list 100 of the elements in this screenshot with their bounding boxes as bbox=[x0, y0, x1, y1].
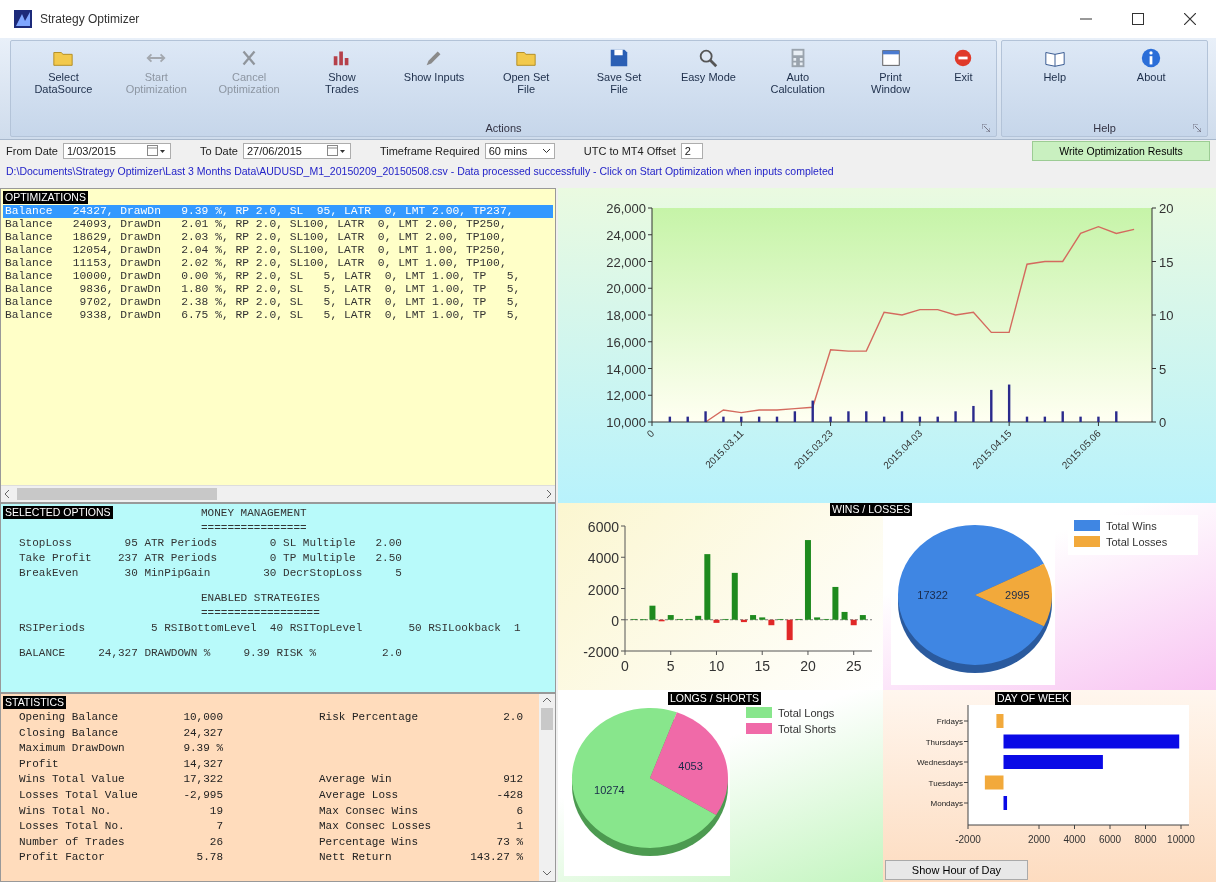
stat-value: 26 bbox=[208, 834, 223, 850]
axis-label: 14,000 bbox=[606, 361, 646, 377]
section-rule: ================== bbox=[201, 606, 320, 621]
axis-label: Tuesdays bbox=[928, 778, 963, 788]
ribbon-button[interactable]: Auto Calculation bbox=[764, 45, 831, 120]
stat-value: 912 bbox=[502, 772, 523, 788]
stat-value: 6 bbox=[515, 803, 523, 819]
timeframe-dropdown[interactable]: 60 mins bbox=[484, 143, 555, 159]
bar bbox=[850, 619, 857, 626]
stat-label: Wins Total Value bbox=[19, 772, 126, 788]
panel-title: STATISTICS bbox=[3, 696, 67, 709]
axis-label: 18,000 bbox=[606, 308, 646, 323]
ribbon-button[interactable]: Show Inputs bbox=[401, 45, 467, 120]
section-rule: ================ bbox=[201, 521, 307, 536]
stat-label: Maximum DrawDown bbox=[19, 741, 126, 757]
field-label: Timeframe Required bbox=[379, 145, 480, 157]
calendar-dropdown-icon[interactable] bbox=[146, 145, 167, 157]
offset-field[interactable]: 2 bbox=[680, 143, 703, 159]
legend-label: Total Wins bbox=[1106, 520, 1157, 532]
scroll-thumb[interactable] bbox=[541, 708, 553, 730]
ribbon-button[interactable]: Select DataSource bbox=[30, 45, 97, 120]
legend-swatch bbox=[1074, 536, 1100, 547]
option-row-text: StopLoss 95 ATR Periods 0 SL Multiple 2.00 bbox=[19, 536, 403, 551]
axis-label: 15 bbox=[1159, 254, 1174, 270]
optimization-row[interactable]: Balance 9836, DrawDn 1.80 %, RP 2.0, SL 5, LATR 0, LMT 1.00, TP 5, bbox=[3, 283, 553, 296]
axis-label: 5 bbox=[1159, 361, 1167, 377]
bar bbox=[713, 619, 720, 623]
bar bbox=[750, 615, 757, 620]
stat-value: 14,327 bbox=[182, 756, 223, 772]
stat-value: 7 bbox=[215, 819, 223, 835]
chart-title: WINS / LOSSES bbox=[830, 503, 913, 516]
panel-title: SELECTED OPTIONS bbox=[3, 506, 113, 519]
date-field[interactable]: 1/03/2015 bbox=[62, 143, 171, 159]
write-results-button[interactable]: Write Optimization Results bbox=[1032, 141, 1210, 161]
legend-swatch bbox=[746, 723, 772, 734]
optimization-row[interactable]: Balance 11153, DrawDn 2.02 %, RP 2.0, SL100, LATR 0, LMT 1.00, TP100, bbox=[3, 257, 553, 270]
bar bbox=[704, 411, 707, 422]
ribbon-button[interactable]: Print Window bbox=[857, 45, 924, 120]
axis-label: 22,000 bbox=[606, 254, 646, 270]
stat-value: 1 bbox=[515, 819, 523, 835]
ribbon-button[interactable]: Save Set File bbox=[586, 45, 653, 120]
ribbon-button[interactable]: Easy Mode bbox=[678, 45, 738, 120]
bar bbox=[841, 611, 848, 620]
bar bbox=[936, 416, 939, 422]
group-label: Actions bbox=[485, 122, 522, 134]
show-hour-of-day-button[interactable]: Show Hour of Day bbox=[885, 860, 1028, 880]
axis-label: 10000 bbox=[1167, 834, 1195, 845]
legend-label: Total Longs bbox=[778, 707, 835, 719]
scroll-thumb[interactable] bbox=[17, 488, 217, 500]
stat-label: Average Loss bbox=[318, 787, 400, 803]
stat-label: Max Consec Wins bbox=[318, 803, 420, 819]
stat-value: 5.78 bbox=[195, 850, 223, 866]
bar bbox=[865, 411, 868, 422]
maximize-icon[interactable] bbox=[1132, 13, 1144, 25]
bar bbox=[793, 411, 797, 422]
axis-label: 20,000 bbox=[606, 281, 646, 297]
bar bbox=[1097, 416, 1100, 422]
ribbon-button[interactable]: Open Set File bbox=[493, 45, 560, 120]
stat-label: Percentage Wins bbox=[318, 834, 420, 850]
optimization-row[interactable]: Balance 9702, DrawDn 2.38 %, RP 2.0, SL 5, LATR 0, LMT 1.00, TP 5, bbox=[3, 296, 553, 309]
optimization-row[interactable]: Balance 12054, DrawDn 2.04 %, RP 2.0, SL100, LATR 0, LMT 1.00, TP250, bbox=[3, 244, 553, 257]
window-icon bbox=[879, 47, 902, 69]
bar bbox=[918, 416, 922, 422]
date-field[interactable]: 27/06/2015 bbox=[242, 143, 351, 159]
vertical-scrollbar[interactable] bbox=[539, 694, 555, 881]
bar bbox=[686, 416, 689, 422]
stat-value: 19 bbox=[208, 803, 223, 819]
bar bbox=[704, 554, 711, 620]
bar bbox=[731, 572, 738, 620]
stat-label: Average Win bbox=[318, 772, 393, 788]
dialog-launcher-icon[interactable] bbox=[982, 124, 990, 132]
axis-label: 2000 bbox=[1027, 834, 1051, 845]
bar bbox=[759, 617, 766, 620]
horizontal-scrollbar[interactable] bbox=[1, 485, 555, 502]
optimization-row[interactable]: Balance 18629, DrawDn 2.03 %, RP 2.0, SL100, LATR 0, LMT 2.00, TP100, bbox=[3, 231, 553, 244]
ribbon-button[interactable]: About bbox=[1134, 45, 1168, 120]
optimization-row[interactable]: Balance 24093, DrawDn 2.01 %, RP 2.0, SL100, LATR 0, LMT 2.00, TP250, bbox=[3, 218, 553, 231]
stat-value: 10,000 bbox=[182, 710, 223, 725]
close-icon[interactable] bbox=[1184, 13, 1196, 25]
optimization-row[interactable]: Balance 9338, DrawDn 6.75 %, RP 2.0, SL 5, LATR 0, LMT 1.00, TP 5, bbox=[3, 309, 553, 322]
summary-row-text: BALANCE 24,327 DRAWDOWN % 9.39 RISK % 2.0 bbox=[19, 646, 403, 661]
optimization-row[interactable]: Balance 10000, DrawDn 0.00 %, RP 2.0, SL 5, LATR 0, LMT 1.00, TP 5, bbox=[3, 270, 553, 283]
ribbon-button[interactable]: Show Trades bbox=[308, 45, 375, 120]
chart-title: DAY OF WEEK bbox=[995, 692, 1071, 705]
bar bbox=[1003, 796, 1008, 810]
calendar-dropdown-icon[interactable] bbox=[326, 145, 347, 157]
field-label: To Date bbox=[199, 145, 238, 157]
axis-label: Thursdays bbox=[925, 737, 963, 747]
stat-label: Number of Trades bbox=[19, 834, 126, 850]
ribbon-button[interactable]: Help bbox=[1041, 45, 1069, 120]
bar bbox=[882, 416, 886, 422]
dialog-launcher-icon[interactable] bbox=[1193, 124, 1201, 132]
axis-label: 4000 bbox=[1063, 834, 1086, 845]
ribbon-button[interactable]: Exit bbox=[950, 45, 977, 120]
bar bbox=[722, 416, 725, 422]
stat-value: 2.0 bbox=[502, 710, 523, 725]
app-logo-icon bbox=[14, 10, 32, 28]
option-row-text: RSIPeriods 5 RSIBottomLevel 40 RSITopLevel 50 RSILookback 1 bbox=[19, 621, 522, 636]
bar bbox=[832, 586, 839, 620]
stat-value: 143.27 % bbox=[469, 850, 523, 866]
